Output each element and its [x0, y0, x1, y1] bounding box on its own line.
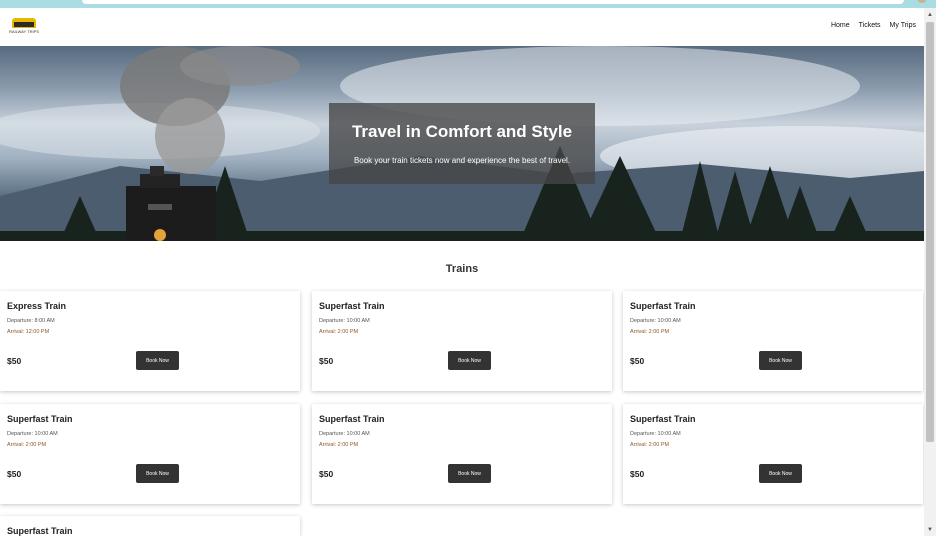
train-name: Express Train [7, 301, 67, 311]
departure-time: Departure: 10:00 AM [7, 431, 58, 437]
address-bar[interactable] [82, 0, 904, 4]
scrollbar-thumb[interactable] [926, 22, 934, 442]
profile-icon[interactable] [918, 0, 926, 3]
train-card: Superfast Train Departure: 10:00 AM Arri… [0, 404, 300, 504]
train-card: Superfast Train Departure: 10:00 AM Arri… [312, 291, 612, 391]
nav-links: Home Tickets My Trips [831, 22, 916, 29]
arrival-time: Arrival: 2:00 PM [630, 329, 670, 335]
nav-link-home[interactable]: Home [831, 22, 850, 29]
departure-time: Departure: 10:00 AM [319, 431, 370, 437]
price: $50 [630, 356, 645, 366]
scroll-down-icon[interactable]: ▼ [927, 527, 933, 533]
hero-subtitle: Book your train tickets now and experien… [353, 156, 571, 165]
departure-time: Departure: 10:00 AM [630, 318, 681, 324]
train-card: Express Train Departure: 8:00 AM Arrival… [0, 291, 300, 391]
nav-link-my-trips[interactable]: My Trips [890, 22, 916, 29]
train-name: Superfast Train [630, 301, 696, 311]
logo[interactable]: RAILWAY TRIPS [8, 16, 40, 38]
book-now-button[interactable]: Book Now [759, 351, 802, 370]
price: $50 [319, 356, 334, 366]
book-now-button[interactable]: Book Now [136, 464, 179, 483]
price: $50 [7, 356, 22, 366]
trains-section-title: Trains [445, 263, 479, 275]
departure-time: Departure: 10:00 AM [319, 318, 370, 324]
navbar: RAILWAY TRIPS Home Tickets My Trips [0, 8, 924, 46]
train-name: Superfast Train [630, 414, 696, 424]
train-name: Superfast Train [7, 526, 73, 536]
train-name: Superfast Train [319, 301, 385, 311]
hero-title: Travel in Comfort and Style [351, 122, 573, 141]
arrival-time: Arrival: 2:00 PM [319, 329, 359, 335]
book-now-button[interactable]: Book Now [136, 351, 179, 370]
book-now-button[interactable]: Book Now [448, 351, 491, 370]
logo-text: RAILWAY TRIPS [8, 29, 39, 34]
book-now-button[interactable]: Book Now [448, 464, 491, 483]
scroll-up-icon[interactable]: ▲ [927, 12, 933, 18]
arrival-time: Arrival: 2:00 PM [630, 442, 670, 448]
train-card: Superfast Train Departure: 10:00 AM Arri… [312, 404, 612, 504]
train-card: Superfast Train Departure: 10:00 AM Arri… [623, 291, 923, 391]
logo-train-window [14, 22, 34, 27]
browser-top-bar [0, 0, 936, 8]
price: $50 [319, 469, 334, 479]
hero-overlay-box: Travel in Comfort and Style Book your tr… [329, 103, 595, 184]
arrival-time: Arrival: 2:00 PM [7, 442, 47, 448]
price: $50 [630, 469, 645, 479]
hero-banner: Travel in Comfort and Style Book your tr… [0, 46, 924, 241]
nav-link-tickets[interactable]: Tickets [859, 22, 881, 29]
arrival-time: Arrival: 12:00 PM [7, 329, 50, 335]
page-scrollbar[interactable]: ▲ ▼ [924, 8, 936, 536]
book-now-button[interactable]: Book Now [759, 464, 802, 483]
departure-time: Departure: 8:00 AM [7, 318, 55, 324]
train-card: Superfast Train [0, 516, 300, 536]
departure-time: Departure: 10:00 AM [630, 431, 681, 437]
train-name: Superfast Train [319, 414, 385, 424]
arrival-time: Arrival: 2:00 PM [319, 442, 359, 448]
train-card: Superfast Train Departure: 10:00 AM Arri… [623, 404, 923, 504]
price: $50 [7, 469, 22, 479]
train-name: Superfast Train [7, 414, 73, 424]
